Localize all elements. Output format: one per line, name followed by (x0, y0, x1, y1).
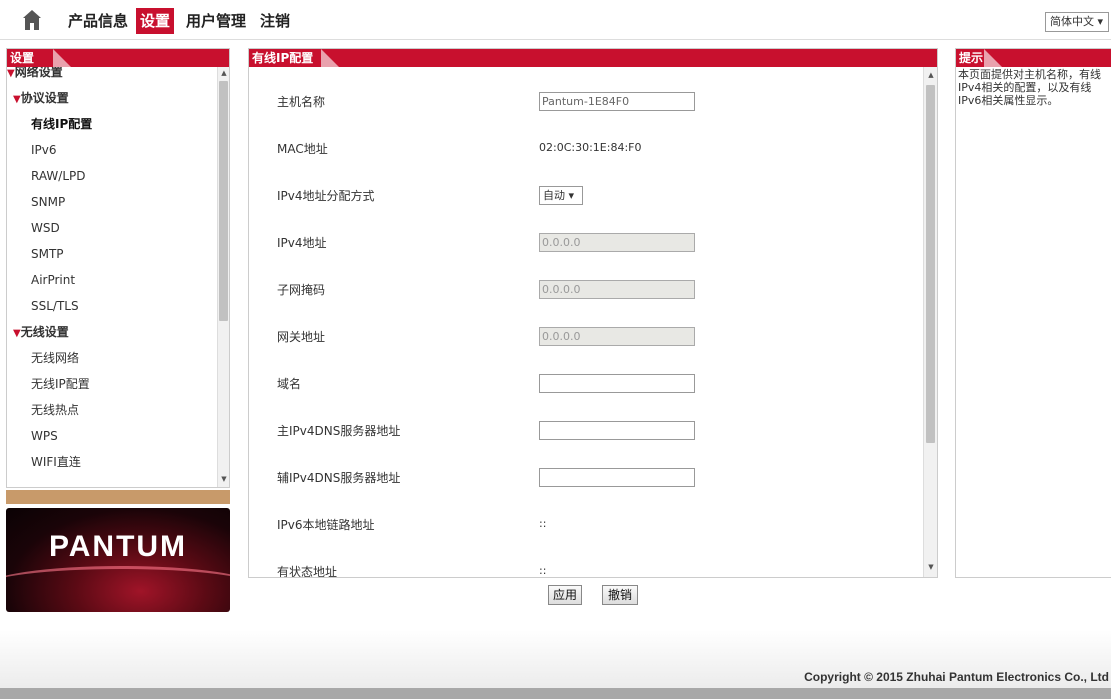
config-panel: 有线IP配置 主机名称 Pantum-1E84F0 MAC地址 02:0C:30:1E… (248, 48, 938, 578)
sidebar-item-label: 网络设置 (14, 67, 63, 79)
footer-bar (0, 688, 1111, 699)
text-input[interactable] (539, 374, 695, 393)
sidebar-item[interactable]: WPS (31, 423, 58, 449)
field-label: MAC地址 (277, 142, 328, 156)
sidebar-item-label: WIFI直连 (31, 455, 81, 469)
sidebar-item-label: SNMP (31, 195, 66, 209)
ipv4-mode-select[interactable]: 自动 ▾ (539, 186, 583, 205)
field-value: :: (539, 517, 547, 530)
scroll-down-icon[interactable]: ▼ (927, 563, 935, 571)
pantum-logo: PANTUM (6, 508, 230, 612)
logo-swoosh (6, 566, 230, 606)
config-scroll-thumb[interactable] (926, 85, 935, 443)
text-input[interactable] (539, 468, 695, 487)
expand-triangle-icon[interactable]: ▼ (13, 94, 21, 105)
field-label: 有状态地址 (277, 565, 338, 577)
scroll-up-icon[interactable]: ▲ (220, 69, 228, 77)
nav-logout[interactable]: 注销 (256, 8, 294, 34)
sidebar-item[interactable]: IPv6 (31, 137, 57, 163)
nav-product-info[interactable]: 产品信息 (64, 8, 132, 34)
disabled-input: 0.0.0.0 (539, 280, 695, 299)
sidebar-tree: ▼网络设置 ▼协议设置 有线IP配置 IPv6 RAW/LPD SNMP WSD SMTP Ai… (7, 67, 219, 487)
hint-title: 提示 (959, 51, 984, 65)
cancel-button[interactable]: 撤销 (602, 585, 638, 605)
sidebar-item-label: 无线IP配置 (31, 377, 90, 391)
sidebar-item-label: 有线IP配置 (31, 117, 93, 131)
field-label: 子网掩码 (277, 283, 326, 297)
sidebar-scroll-thumb[interactable] (219, 81, 228, 321)
sidebar-item[interactable]: 无线热点 (31, 397, 79, 423)
config-scrollbar[interactable]: ▲ ▼ (923, 67, 937, 577)
expand-triangle-icon[interactable]: ▼ (13, 328, 21, 339)
divider-bar (6, 490, 230, 504)
field-label: 网关地址 (277, 330, 326, 344)
field-label: IPv4地址 (277, 236, 327, 250)
sidebar-item[interactable]: 有线IP配置 (31, 111, 92, 137)
sidebar-item-label: 协议设置 (20, 91, 69, 105)
field-value: :: (539, 564, 547, 577)
config-header: 有线IP配置 (249, 49, 937, 67)
field-label: 域名 (277, 377, 302, 391)
sidebar-item[interactable]: WSD (31, 215, 60, 241)
hint-panel: 提示 本页面提供对主机名称，有线IPv4相关的配置，以及有线IPv6相关属性显示… (955, 48, 1111, 578)
expand-triangle-icon[interactable]: ▼ (7, 68, 15, 79)
disabled-input: 0.0.0.0 (539, 327, 695, 346)
logo-text: PANTUM (48, 530, 188, 563)
sidebar-item-label: SSL/TLS (31, 299, 79, 313)
sidebar-item[interactable]: ▼协议设置 (13, 85, 69, 111)
field-label: 主IPv4DNS服务器地址 (277, 424, 401, 438)
sidebar-item-label: WSD (31, 221, 60, 235)
sidebar-header: 设置 (7, 49, 229, 67)
sidebar-item[interactable]: ▼网络设置 (7, 67, 63, 85)
sidebar-item-label: IPv6 (31, 143, 57, 157)
header-decoration (53, 49, 71, 67)
sidebar-item[interactable]: ▼无线设置 (13, 319, 69, 345)
language-select[interactable]: 简体中文 ▾ (1045, 12, 1109, 32)
nav-user-management[interactable]: 用户管理 (182, 8, 250, 34)
sidebar-item[interactable]: AirPrint (31, 267, 75, 293)
sidebar-title: 设置 (10, 51, 35, 65)
disabled-input: 0.0.0.0 (539, 233, 695, 252)
field-label: IPv6本地链路地址 (277, 518, 375, 532)
field-label: IPv4地址分配方式 (277, 189, 375, 203)
text-input[interactable] (539, 421, 695, 440)
field-label: 辅IPv4DNS服务器地址 (277, 471, 401, 485)
header-decoration (321, 49, 339, 67)
field-value: 02:0C:30:1E:84:F0 (539, 141, 642, 154)
sidebar-item-label: RAW/LPD (31, 169, 86, 183)
apply-button[interactable]: 应用 (548, 585, 582, 605)
sidebar-item-label: AirPrint (31, 273, 76, 287)
home-icon[interactable] (22, 9, 42, 31)
sidebar-item[interactable]: SSL/TLS (31, 293, 79, 319)
sidebar-item[interactable]: WIFI直连 (31, 449, 81, 475)
hint-text: 本页面提供对主机名称，有线IPv4相关的配置，以及有线IPv6相关属性显示。 (958, 68, 1101, 107)
scroll-down-icon[interactable]: ▼ (220, 475, 228, 483)
copyright: Copyright © 2015 Zhuhai Pantum Electroni… (804, 670, 1109, 684)
top-nav: 产品信息 设置 用户管理 注销 简体中文 ▾ (0, 0, 1111, 40)
header-decoration (984, 49, 1002, 67)
text-input[interactable]: Pantum-1E84F0 (539, 92, 695, 111)
sidebar-item-label: 无线热点 (31, 403, 80, 417)
sidebar-item-label: 无线网络 (31, 351, 80, 365)
field-label: 主机名称 (277, 95, 326, 109)
sidebar-item[interactable]: RAW/LPD (31, 163, 85, 189)
sidebar-item-label: SMTP (31, 247, 64, 261)
sidebar-item[interactable]: 无线IP配置 (31, 371, 90, 397)
config-form: 主机名称 Pantum-1E84F0 MAC地址 02:0C:30:1E:84:F0 I… (249, 67, 923, 577)
sidebar-item[interactable]: SNMP (31, 189, 65, 215)
sidebar-item[interactable]: 无线网络 (31, 345, 79, 371)
sidebar-panel: 设置 ▼网络设置 ▼协议设置 有线IP配置 IPv6 RAW/LPD SNMP WSD SMT… (6, 48, 230, 488)
sidebar-item-label: 无线设置 (20, 325, 69, 339)
sidebar-item-label: WPS (31, 429, 58, 443)
hint-header: 提示 (956, 49, 1111, 67)
sidebar-scrollbar[interactable]: ▲ ▼ (217, 67, 229, 487)
nav-settings[interactable]: 设置 (136, 8, 175, 34)
scroll-up-icon[interactable]: ▲ (927, 71, 935, 79)
sidebar-item[interactable]: SMTP (31, 241, 64, 267)
config-title: 有线IP配置 (252, 51, 314, 65)
